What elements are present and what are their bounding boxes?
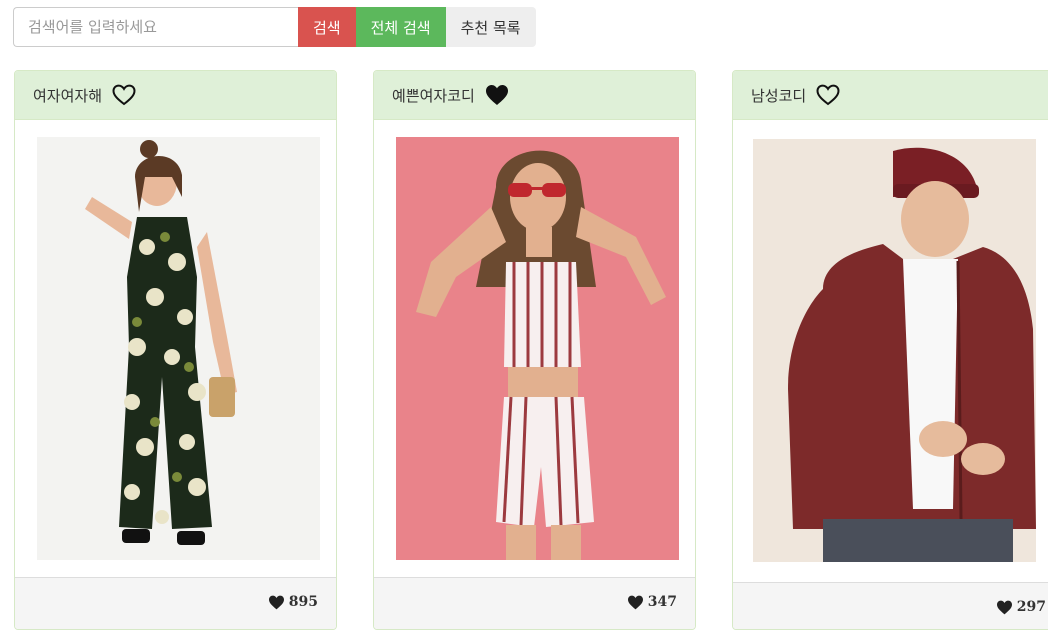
like-count-value: 347 [647,594,677,610]
card-header: 남성코디 [733,71,1048,120]
like-count: 297 [996,599,1046,615]
card-footer: 297 [733,582,1048,629]
post-card: 여자여자해 895 [14,70,337,630]
card-header: 예쁜여자코디 [374,71,695,120]
heart-filled-icon[interactable] [627,595,644,610]
heart-filled-icon[interactable] [996,600,1013,615]
outfit-photo[interactable] [753,139,1036,562]
card-title: 여자여자해 [33,86,103,105]
search-bar: 검색 전체 검색 추천 목록 [13,7,536,47]
all-search-button[interactable]: 전체 검색 [355,7,446,47]
heart-outline-icon[interactable] [816,84,840,106]
recommend-list-button[interactable]: 추천 목록 [445,7,536,47]
heart-outline-icon[interactable] [112,84,136,106]
outfit-photo[interactable] [37,137,320,560]
heart-filled-icon[interactable] [485,84,509,106]
card-header: 여자여자해 [15,71,336,120]
search-button[interactable]: 검색 [298,7,356,47]
card-title: 예쁜여자코디 [392,86,475,105]
card-footer: 347 [374,577,695,629]
post-card: 남성코디 297 [732,70,1048,630]
like-count-value: 895 [288,594,318,610]
like-count: 347 [627,594,677,610]
card-footer: 895 [15,577,336,629]
like-count: 895 [268,594,318,610]
heart-filled-icon[interactable] [268,595,285,610]
outfit-photo[interactable] [396,137,679,560]
like-count-value: 297 [1016,599,1046,615]
card-title: 남성코디 [751,86,807,105]
post-card: 예쁜여자코디 347 [373,70,696,630]
search-input[interactable] [13,7,298,47]
